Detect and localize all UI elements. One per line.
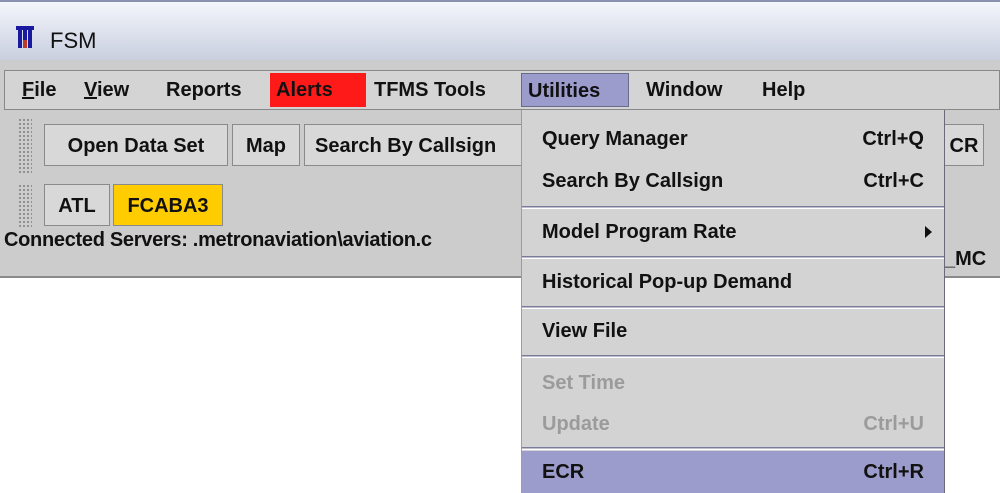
map-button[interactable]: Map <box>232 124 300 166</box>
menu-item-search-by-callsign[interactable]: Search By Callsign Ctrl+C <box>522 160 944 202</box>
menu-alerts[interactable]: Alerts <box>270 73 366 107</box>
menu-item-query-manager[interactable]: Query Manager Ctrl+Q <box>522 118 944 160</box>
menu-window[interactable]: Window <box>640 73 728 107</box>
menu-item-shortcut: Ctrl+R <box>863 461 924 483</box>
tab-atl[interactable]: ATL <box>44 184 110 226</box>
menu-item-shortcut: Ctrl+Q <box>862 128 924 150</box>
open-data-set-button[interactable]: Open Data Set <box>44 124 228 166</box>
menu-item-label: Set Time <box>542 372 625 394</box>
menu-item-label: ECR <box>542 461 585 483</box>
ecr-button[interactable]: CR <box>944 124 984 166</box>
menu-item-label: Model Program Rate <box>542 221 737 243</box>
menu-item-shortcut: Ctrl+C <box>863 170 924 192</box>
menu-item-model-program-rate[interactable]: Model Program Rate <box>522 211 944 253</box>
submenu-arrow-icon <box>925 226 932 238</box>
menu-view[interactable]: View <box>78 73 135 107</box>
menu-item-historical-popup-demand[interactable]: Historical Pop-up Demand <box>522 261 944 303</box>
menu-item-label: Search By Callsign <box>542 170 724 192</box>
menu-separator <box>522 206 944 209</box>
toolbar-grip[interactable] <box>18 118 32 174</box>
fsm-window: FSM File View Reports Alerts TFMS Tools … <box>0 0 1000 493</box>
menu-tfms-tools[interactable]: TFMS Tools <box>368 73 492 107</box>
menu-item-view-file[interactable]: View File <box>522 310 944 352</box>
menu-help[interactable]: Help <box>756 73 811 107</box>
utilities-dropdown-menu: Query Manager Ctrl+Q Search By Callsign … <box>521 110 945 493</box>
search-by-callsign-button[interactable]: Search By Callsign <box>304 124 524 166</box>
tab-fcaba3[interactable]: FCABA3 <box>113 184 223 226</box>
menu-item-label: Historical Pop-up Demand <box>542 271 793 293</box>
status-fragment: _MC <box>944 248 987 270</box>
menu-separator <box>522 355 944 358</box>
menu-item-label: Update <box>542 413 610 435</box>
menu-utilities[interactable]: Utilities <box>521 73 629 107</box>
title-bar[interactable]: FSM <box>0 0 1000 60</box>
menu-item-ecr[interactable]: ECR Ctrl+R <box>522 451 944 493</box>
menu-reports[interactable]: Reports <box>160 73 248 107</box>
menu-separator <box>522 256 944 259</box>
menu-item-update[interactable]: Update Ctrl+U <box>522 403 944 445</box>
menu-item-set-time[interactable]: Set Time <box>522 362 944 404</box>
connected-servers-status: Connected Servers: .metronaviation\aviat… <box>4 229 432 251</box>
menu-separator <box>522 447 944 450</box>
menu-item-label: Query Manager <box>542 128 688 150</box>
menu-item-label: View File <box>542 320 628 342</box>
menu-bar <box>4 70 1000 110</box>
menu-file[interactable]: File <box>16 73 62 107</box>
menu-item-shortcut: Ctrl+U <box>863 413 924 435</box>
tabs-grip[interactable] <box>18 184 32 228</box>
app-icon <box>16 26 34 48</box>
window-title: FSM <box>50 28 97 53</box>
menu-separator <box>522 306 944 309</box>
